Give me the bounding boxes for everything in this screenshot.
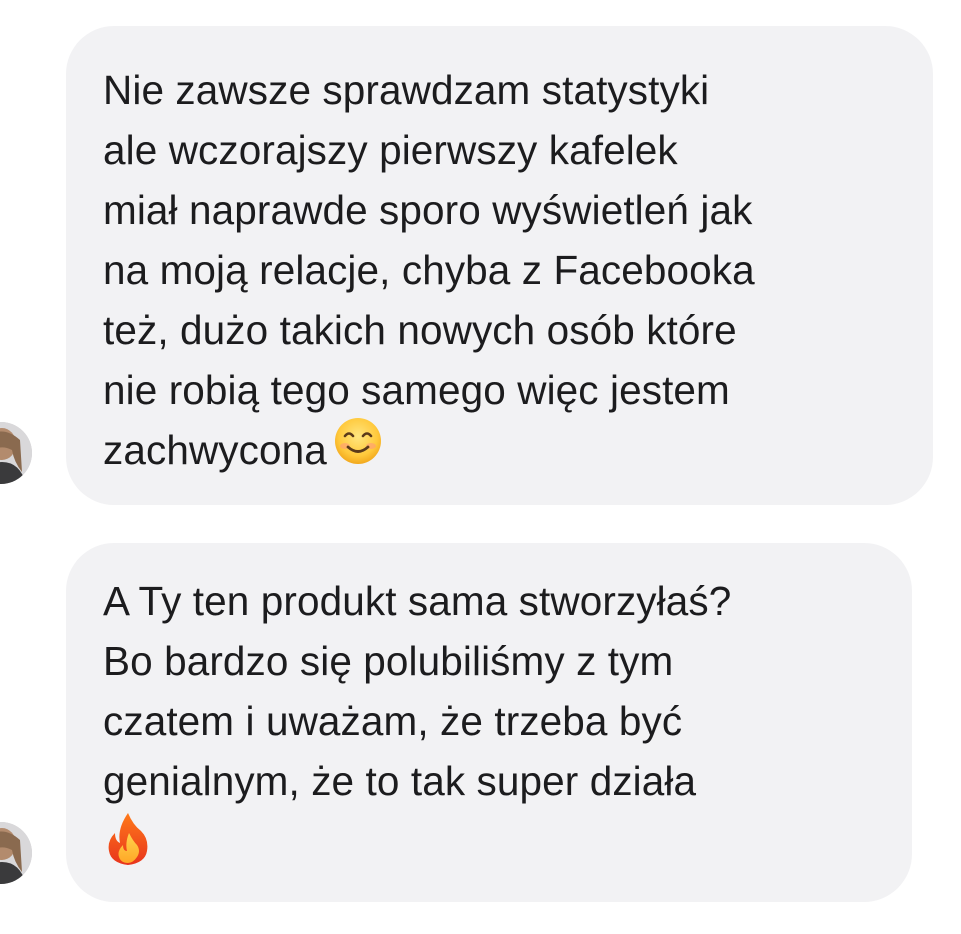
fire-icon [103, 811, 153, 883]
smiling-face-icon [333, 416, 383, 482]
avatar-image [0, 822, 32, 884]
message-text: A Ty ten produkt sama stworzyłaś? Bo bar… [103, 571, 731, 871]
message-line: genialnym, że to tak super działa [103, 758, 697, 804]
message-line: A Ty ten produkt sama stworzyłaś? [103, 578, 732, 624]
message-line: Bo bardzo się polubiliśmy z tym [103, 638, 674, 684]
message-line: czatem i uważam, że trzeba być [103, 698, 683, 744]
message-bubble[interactable]: A Ty ten produkt sama stworzyłaś? Bo bar… [66, 543, 912, 902]
avatar-image [0, 422, 32, 484]
message-bubble[interactable]: Nie zawsze sprawdzam statystyki ale wczo… [66, 26, 933, 505]
message-line: też, dużo takich nowych osób które [103, 307, 737, 353]
message-line: Nie zawsze sprawdzam statystyki [103, 67, 710, 113]
message-line: nie robią tego samego więc jestem [103, 367, 730, 413]
sender-avatar[interactable] [0, 422, 32, 484]
message-line: ale wczorajszy pierwszy kafelek [103, 127, 678, 173]
message-text: Nie zawsze sprawdzam statystyki ale wczo… [103, 60, 755, 480]
emoji-line [103, 811, 731, 871]
sender-avatar[interactable] [0, 822, 32, 884]
message-line: na moją relacje, chyba z Facebooka [103, 247, 755, 293]
message-line: miał naprawde sporo wyświetleń jak [103, 187, 753, 233]
message-line-with-emoji: zachwycona [103, 418, 755, 480]
message-line: zachwycona [103, 427, 327, 473]
